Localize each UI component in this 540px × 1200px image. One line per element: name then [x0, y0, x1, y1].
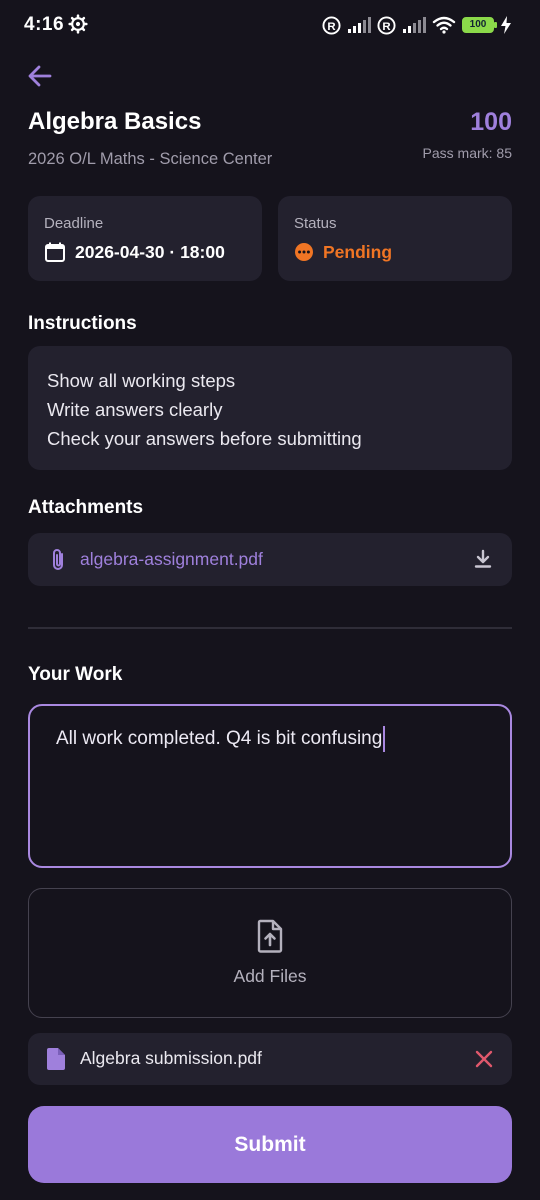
- gear-icon: [68, 14, 88, 34]
- attachment-name[interactable]: algebra-assignment.pdf: [80, 549, 263, 570]
- deadline-value: 2026-04-30 · 18:00: [75, 241, 225, 262]
- arrow-left-icon[interactable]: [24, 60, 56, 92]
- add-files-label: Add Files: [233, 966, 307, 986]
- registered-icon: R: [322, 15, 341, 35]
- instruction-line: Show all working steps: [47, 370, 236, 391]
- status-time: 4:16: [24, 14, 65, 35]
- attachment-item[interactable]: algebra-assignment.pdf: [28, 533, 512, 586]
- uploaded-file-name: Algebra submission.pdf: [80, 1048, 262, 1068]
- pending-icon: [295, 243, 313, 261]
- status-card: Status Pending: [278, 196, 512, 281]
- your-work-heading: Your Work: [28, 664, 123, 685]
- status-icons: R R 100: [322, 14, 512, 36]
- wifi-icon: [432, 16, 456, 34]
- status-bar: 4:16 R R 100: [0, 0, 540, 52]
- svg-text:R: R: [327, 20, 335, 32]
- pass-mark: Pass mark: 85: [422, 145, 512, 161]
- work-text-input[interactable]: All work completed. Q4 is bit confusing: [28, 704, 512, 868]
- divider: [28, 627, 512, 629]
- instructions-heading: Instructions: [28, 313, 137, 334]
- assignment-title: Algebra Basics: [28, 108, 202, 135]
- signal-icon: [403, 17, 426, 33]
- submit-button[interactable]: Submit: [28, 1106, 512, 1183]
- course-name: 2026 O/L Maths - Science Center: [28, 150, 273, 168]
- registered-icon: R: [377, 15, 396, 35]
- close-icon[interactable]: [475, 1050, 493, 1068]
- work-text: All work completed. Q4 is bit confusing: [56, 728, 383, 750]
- paperclip-icon: [53, 549, 63, 570]
- attachments-heading: Attachments: [28, 497, 144, 518]
- file-upload-icon: [257, 919, 283, 953]
- instruction-line: Check your answers before submitting: [47, 428, 362, 449]
- charging-icon: [501, 16, 511, 34]
- add-files-button[interactable]: Add Files: [28, 888, 512, 1018]
- uploaded-file-item: Algebra submission.pdf: [28, 1033, 512, 1085]
- file-icon: [47, 1048, 65, 1070]
- battery-icon: 100: [462, 17, 497, 33]
- total-points: 100: [470, 108, 512, 136]
- status-label: Status: [294, 215, 337, 232]
- status-value-row: Pending: [294, 240, 392, 264]
- instruction-line: Write answers clearly: [47, 399, 223, 420]
- calendar-icon: [45, 242, 65, 262]
- instructions-card: Show all working steps Write answers cle…: [28, 346, 512, 470]
- deadline-label: Deadline: [44, 215, 104, 232]
- status-value: Pending: [323, 241, 393, 262]
- signal-icon: [348, 17, 371, 33]
- svg-text:R: R: [382, 20, 390, 32]
- download-icon[interactable]: [472, 548, 494, 570]
- deadline-card: Deadline 2026-04-30 · 18:00: [28, 196, 262, 281]
- text-caret: [383, 726, 386, 752]
- deadline-value-row: 2026-04-30 · 18:00: [44, 240, 225, 264]
